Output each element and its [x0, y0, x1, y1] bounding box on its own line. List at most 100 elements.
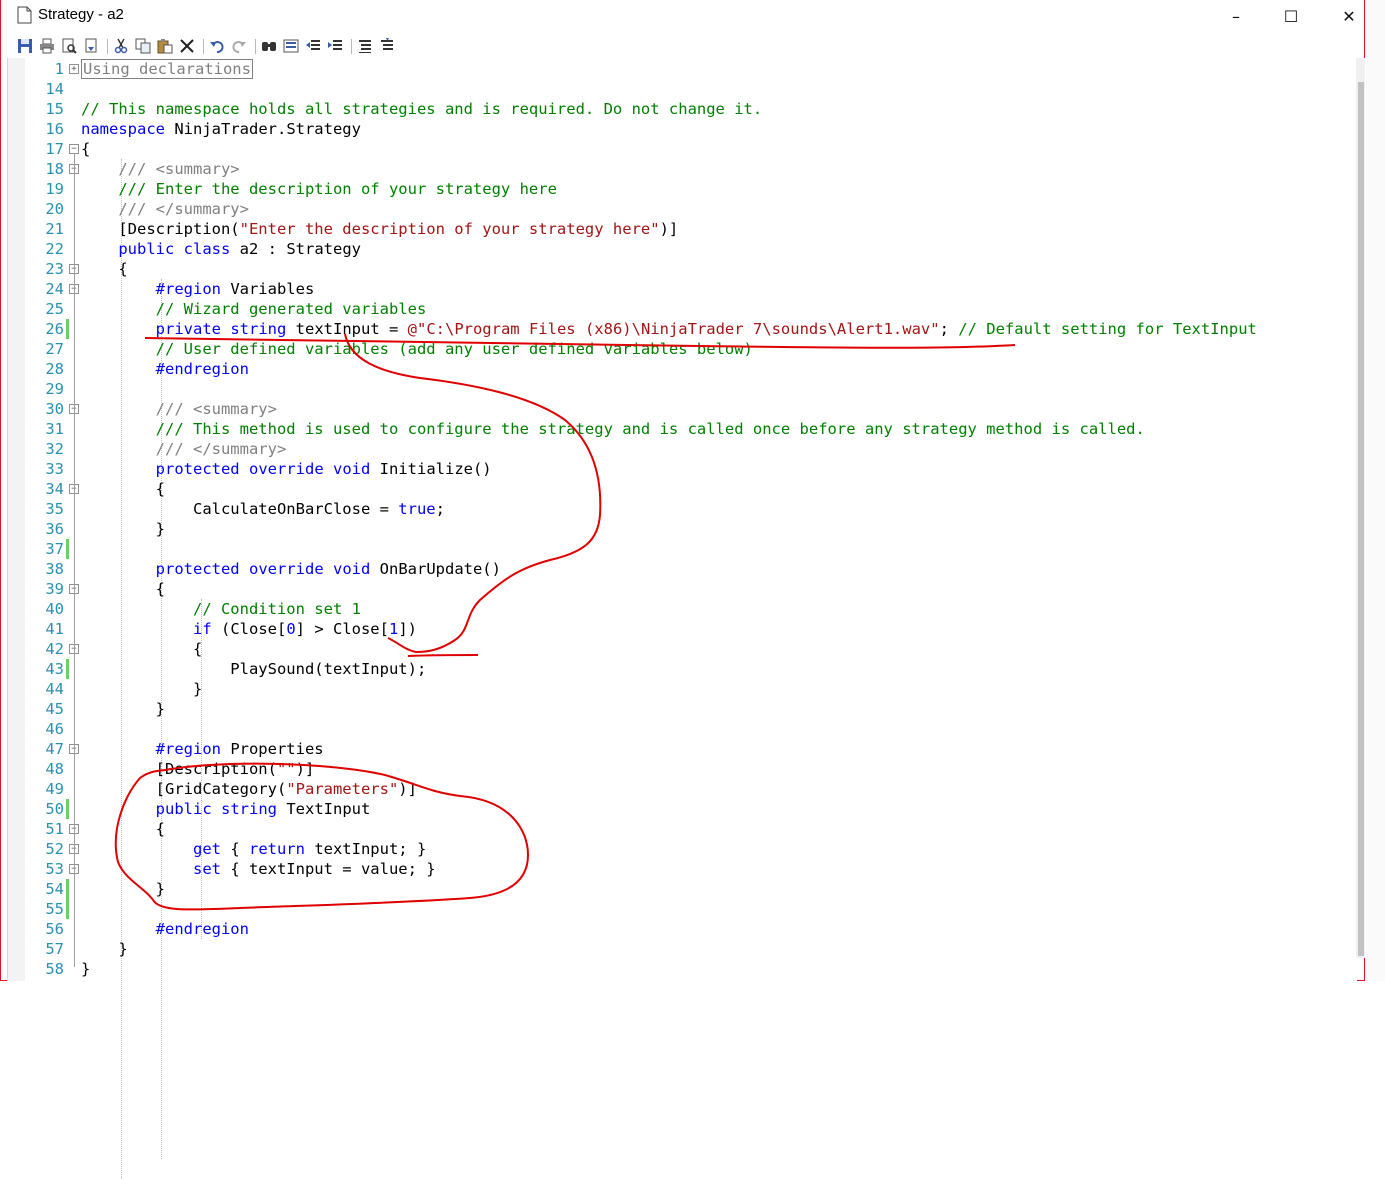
- code-line[interactable]: 16 namespace NinjaTrader.Strategy: [8, 119, 1357, 139]
- code-text[interactable]: }: [81, 959, 90, 979]
- code-text[interactable]: #endregion: [81, 359, 249, 379]
- print-icon[interactable]: [39, 38, 55, 54]
- code-text[interactable]: #region Properties: [81, 739, 324, 759]
- code-text[interactable]: /// This method is used to configure the…: [81, 419, 1145, 439]
- indent-icon[interactable]: [327, 38, 343, 54]
- code-text[interactable]: }: [81, 699, 165, 719]
- code-line[interactable]: 25 // Wizard generated variables: [8, 299, 1357, 319]
- code-text[interactable]: {: [81, 639, 202, 659]
- code-text[interactable]: if (Close[0] > Close[1]): [81, 619, 417, 639]
- code-line[interactable]: 57 }: [8, 939, 1357, 959]
- code-text[interactable]: protected override void Initialize(): [81, 459, 492, 479]
- undo-icon[interactable]: [209, 38, 225, 54]
- code-text[interactable]: public class a2 : Strategy: [81, 239, 361, 259]
- code-area[interactable]: 1 + Using declarations 14 15 // This namespac…: [8, 58, 1357, 981]
- code-text[interactable]: private string textInput = @"C:\Program …: [81, 319, 1257, 339]
- replace-icon[interactable]: [283, 38, 299, 54]
- code-line[interactable]: 56 #endregion: [8, 919, 1357, 939]
- minimize-button[interactable]: –: [1213, 0, 1259, 32]
- code-line[interactable]: 49 [GridCategory("Parameters")]: [8, 779, 1357, 799]
- code-line[interactable]: 20 /// </summary>: [8, 199, 1357, 219]
- code-line[interactable]: 21 [Description("Enter the description o…: [8, 219, 1357, 239]
- find-icon[interactable]: [261, 38, 277, 54]
- code-line[interactable]: 31 /// This method is used to configure …: [8, 419, 1357, 439]
- redo-icon[interactable]: [231, 38, 247, 54]
- code-text[interactable]: set { textInput = value; }: [81, 859, 436, 879]
- code-text[interactable]: get { return textInput; }: [81, 839, 426, 859]
- code-line[interactable]: 32 /// </summary>: [8, 439, 1357, 459]
- code-text[interactable]: /// </summary>: [81, 439, 287, 459]
- code-line[interactable]: 14: [8, 79, 1357, 99]
- paste-icon[interactable]: [157, 38, 173, 54]
- code-line[interactable]: 37: [8, 539, 1357, 559]
- page-setup-icon[interactable]: [83, 38, 99, 54]
- code-line[interactable]: 55: [8, 899, 1357, 919]
- print-preview-icon[interactable]: [61, 38, 77, 54]
- code-line[interactable]: 33 protected override void Initialize(): [8, 459, 1357, 479]
- code-text[interactable]: [Description("")]: [81, 759, 315, 779]
- code-text[interactable]: // User defined variables (add any user …: [81, 339, 753, 359]
- code-line[interactable]: 54 }: [8, 879, 1357, 899]
- code-line[interactable]: 34− {: [8, 479, 1357, 499]
- code-text[interactable]: #endregion: [81, 919, 249, 939]
- copy-icon[interactable]: [135, 38, 151, 54]
- code-text[interactable]: /// <summary>: [81, 159, 239, 179]
- code-line[interactable]: 53− set { textInput = value; }: [8, 859, 1357, 879]
- code-line[interactable]: 29: [8, 379, 1357, 399]
- maximize-button[interactable]: ☐: [1268, 0, 1314, 32]
- code-text[interactable]: }: [81, 519, 165, 539]
- code-line[interactable]: 46: [8, 719, 1357, 739]
- code-line[interactable]: 18− /// <summary>: [8, 159, 1357, 179]
- code-line[interactable]: 26 private string textInput = @"C:\Progr…: [8, 319, 1357, 339]
- code-line[interactable]: 35 CalculateOnBarClose = true;: [8, 499, 1357, 519]
- code-line[interactable]: 23− {: [8, 259, 1357, 279]
- code-line[interactable]: 22 public class a2 : Strategy: [8, 239, 1357, 259]
- code-line[interactable]: 19 /// Enter the description of your str…: [8, 179, 1357, 199]
- code-line[interactable]: 1 + Using declarations: [8, 59, 1357, 79]
- code-line[interactable]: 39− {: [8, 579, 1357, 599]
- code-editor[interactable]: 1 + Using declarations 14 15 // This namespac…: [7, 58, 1357, 1179]
- code-text[interactable]: protected override void OnBarUpdate(): [81, 559, 501, 579]
- code-text[interactable]: #region Variables: [81, 279, 315, 299]
- uncomment-icon[interactable]: [379, 38, 395, 54]
- code-line[interactable]: 51− {: [8, 819, 1357, 839]
- scrollbar-thumb[interactable]: [1358, 82, 1364, 956]
- code-text[interactable]: {: [81, 819, 165, 839]
- comment-icon[interactable]: [357, 38, 373, 54]
- code-line[interactable]: 42− {: [8, 639, 1357, 659]
- code-line[interactable]: 58}: [8, 959, 1357, 979]
- code-text[interactable]: // This namespace holds all strategies a…: [81, 99, 762, 119]
- code-line[interactable]: 15 // This namespace holds all strategies…: [8, 99, 1357, 119]
- code-text[interactable]: {: [81, 259, 127, 279]
- code-line[interactable]: 41 if (Close[0] > Close[1]): [8, 619, 1357, 639]
- code-line[interactable]: 28 #endregion: [8, 359, 1357, 379]
- code-text[interactable]: CalculateOnBarClose = true;: [81, 499, 445, 519]
- code-line[interactable]: 38 protected override void OnBarUpdate(): [8, 559, 1357, 579]
- cut-icon[interactable]: [113, 38, 129, 54]
- code-text[interactable]: [GridCategory("Parameters")]: [81, 779, 417, 799]
- code-line[interactable]: 52− get { return textInput; }: [8, 839, 1357, 859]
- code-line[interactable]: 44 }: [8, 679, 1357, 699]
- code-text[interactable]: namespace NinjaTrader.Strategy: [81, 119, 361, 139]
- code-text[interactable]: PlaySound(textInput);: [81, 659, 426, 679]
- code-line[interactable]: 17−{: [8, 139, 1357, 159]
- title-bar[interactable]: Strategy - a2 – ☐ ✕: [1, 0, 1364, 34]
- code-text[interactable]: }: [81, 679, 202, 699]
- code-line[interactable]: 48 [Description("")]: [8, 759, 1357, 779]
- expand-icon[interactable]: +: [69, 64, 79, 74]
- code-line[interactable]: 43 PlaySound(textInput);: [8, 659, 1357, 679]
- code-line[interactable]: 47− #region Properties: [8, 739, 1357, 759]
- code-text[interactable]: // Condition set 1: [81, 599, 361, 619]
- code-line[interactable]: 24− #region Variables: [8, 279, 1357, 299]
- code-text[interactable]: }: [81, 879, 165, 899]
- code-text[interactable]: /// </summary>: [81, 199, 249, 219]
- code-line[interactable]: 36 }: [8, 519, 1357, 539]
- code-line[interactable]: 40 // Condition set 1: [8, 599, 1357, 619]
- code-line[interactable]: 30− /// <summary>: [8, 399, 1357, 419]
- code-text[interactable]: }: [81, 939, 127, 959]
- code-text[interactable]: [Description("Enter the description of y…: [81, 219, 678, 239]
- code-text[interactable]: {: [81, 479, 165, 499]
- code-text[interactable]: public string TextInput: [81, 799, 371, 819]
- code-text[interactable]: {: [81, 139, 90, 159]
- code-text[interactable]: Using declarations: [81, 59, 253, 79]
